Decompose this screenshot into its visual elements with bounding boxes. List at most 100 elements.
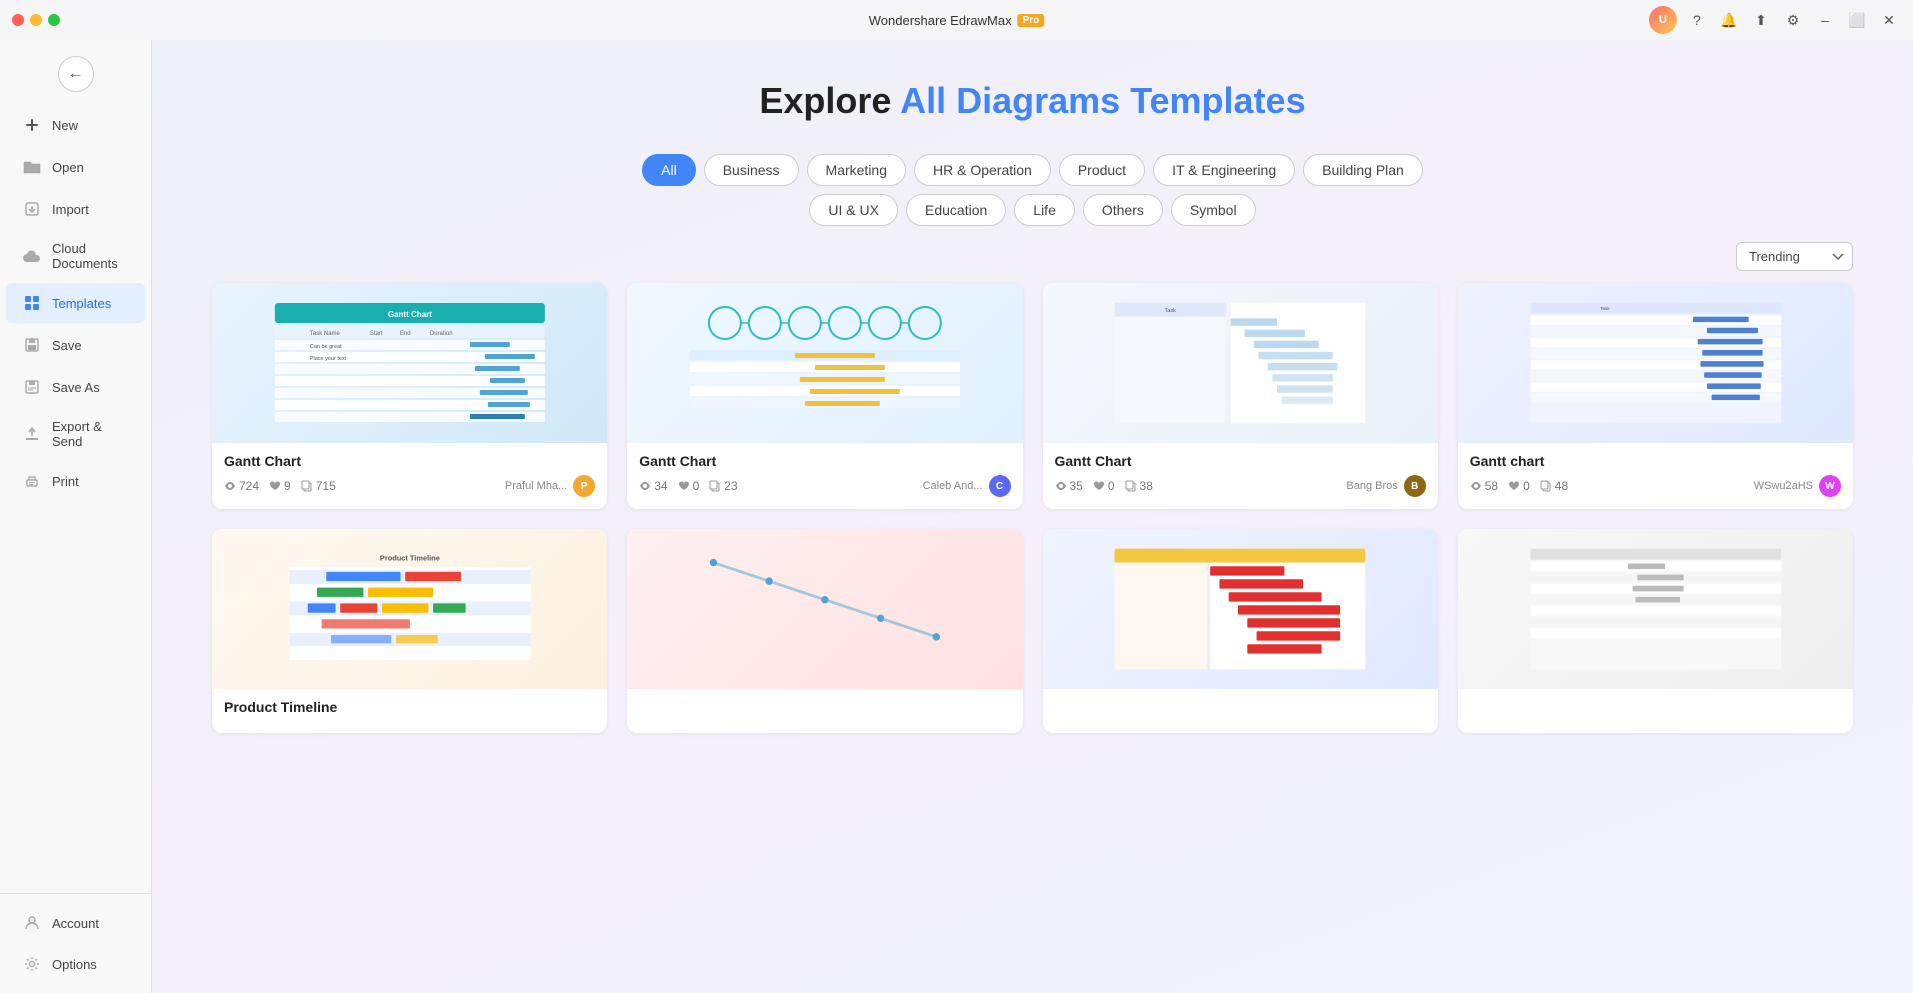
- template-card[interactable]: Task Gantt Chart: [1043, 283, 1438, 509]
- template-info: [627, 689, 1022, 717]
- views-count: 724: [239, 479, 259, 493]
- template-card[interactable]: Product Timeline: [212, 529, 607, 733]
- template-card[interactable]: [1458, 529, 1853, 733]
- app-title: Wondershare EdrawMax Pro: [869, 13, 1045, 28]
- sidebar-save-label: Save: [52, 338, 82, 353]
- sidebar-saveas-label: Save As: [52, 380, 100, 395]
- copies-count: 38: [1140, 479, 1153, 493]
- print-icon: [22, 471, 42, 491]
- template-name: Product Timeline: [224, 699, 595, 715]
- window-close-button[interactable]: [12, 14, 24, 26]
- saveas-icon: [22, 377, 42, 397]
- likes-count: 0: [693, 479, 700, 493]
- filter-row-1: All Business Marketing HR & Operation Pr…: [212, 154, 1853, 186]
- filter-building[interactable]: Building Plan: [1303, 154, 1423, 186]
- author-avatar: C: [989, 475, 1011, 497]
- title-highlight: All Diagrams Templates: [900, 80, 1305, 121]
- sidebar-account-label: Account: [52, 916, 99, 931]
- share-button[interactable]: ⬆: [1749, 8, 1773, 32]
- sidebar-bottom: Account Options: [0, 893, 151, 985]
- template-icon: [22, 293, 42, 313]
- sidebar-item-print[interactable]: Print: [6, 461, 145, 501]
- filter-uiux[interactable]: UI & UX: [809, 194, 898, 226]
- template-card[interactable]: Gantt Chart Task Name Start End Duration…: [212, 283, 607, 509]
- template-thumbnail: Task: [1458, 283, 1853, 443]
- copies-stat: 715: [301, 479, 336, 493]
- sidebar-item-cloud[interactable]: Cloud Documents: [6, 231, 145, 281]
- filter-life[interactable]: Life: [1014, 194, 1075, 226]
- filter-marketing[interactable]: Marketing: [807, 154, 906, 186]
- save-icon: [22, 335, 42, 355]
- views-stat: 58: [1470, 479, 1498, 493]
- sidebar-item-new[interactable]: New: [6, 105, 145, 145]
- svg-text:Product Timeline: Product Timeline: [380, 554, 440, 563]
- author-name: Caleb And...: [923, 480, 983, 492]
- likes-count: 0: [1523, 479, 1530, 493]
- sidebar-print-label: Print: [52, 474, 79, 489]
- user-avatar[interactable]: U: [1649, 6, 1677, 34]
- template-thumbnail: Product Timeline: [212, 529, 607, 689]
- minimize-button[interactable]: –: [1813, 8, 1837, 32]
- likes-count: 9: [284, 479, 291, 493]
- notification-button[interactable]: 🔔: [1717, 8, 1741, 32]
- main-layout: ← New Open Import Cloud Documents: [0, 40, 1913, 993]
- close-button[interactable]: ✕: [1877, 8, 1901, 32]
- filter-all[interactable]: All: [642, 154, 696, 186]
- sidebar-item-import[interactable]: Import: [6, 189, 145, 229]
- template-name: Gantt Chart: [639, 453, 1010, 469]
- template-thumbnail: [627, 529, 1022, 689]
- template-name: Gantt Chart: [224, 453, 595, 469]
- sort-select[interactable]: Trending Newest Most Viewed Most Copied: [1736, 242, 1853, 271]
- filter-it[interactable]: IT & Engineering: [1153, 154, 1295, 186]
- sidebar-item-account[interactable]: Account: [6, 903, 145, 943]
- filter-symbol[interactable]: Symbol: [1171, 194, 1256, 226]
- pro-badge: Pro: [1018, 14, 1045, 27]
- likes-stat: 9: [269, 479, 291, 493]
- likes-stat: 0: [678, 479, 700, 493]
- sidebar-item-templates[interactable]: Templates: [6, 283, 145, 323]
- views-count: 58: [1485, 479, 1498, 493]
- back-button[interactable]: ←: [58, 56, 94, 92]
- filter-others[interactable]: Others: [1083, 194, 1163, 226]
- sidebar: ← New Open Import Cloud Documents: [0, 40, 152, 993]
- window-minimize-button[interactable]: [30, 14, 42, 26]
- filter-product[interactable]: Product: [1059, 154, 1145, 186]
- sidebar-item-options[interactable]: Options: [6, 944, 145, 984]
- sidebar-templates-label: Templates: [52, 296, 111, 311]
- filter-business[interactable]: Business: [704, 154, 799, 186]
- template-meta: 35 0 38 Bang Bros B: [1055, 475, 1426, 497]
- help-button[interactable]: ?: [1685, 8, 1709, 32]
- views-count: 34: [654, 479, 667, 493]
- app-name: Wondershare EdrawMax: [869, 13, 1012, 28]
- author-name: WSwu2aHS: [1754, 480, 1813, 492]
- template-info: [1043, 689, 1438, 717]
- sidebar-item-export[interactable]: Export & Send: [6, 409, 145, 459]
- restore-button[interactable]: ⬜: [1845, 8, 1869, 32]
- filter-hr[interactable]: HR & Operation: [914, 154, 1051, 186]
- author-avatar: P: [573, 475, 595, 497]
- template-card[interactable]: [1043, 529, 1438, 733]
- sidebar-item-open[interactable]: Open: [6, 147, 145, 187]
- template-name: Gantt Chart: [1055, 453, 1426, 469]
- template-card[interactable]: Gantt Chart 34 0 23: [627, 283, 1022, 509]
- sort-row: Trending Newest Most Viewed Most Copied: [212, 242, 1853, 271]
- filter-education[interactable]: Education: [906, 194, 1006, 226]
- template-thumbnail: [1043, 529, 1438, 689]
- sidebar-item-save[interactable]: Save: [6, 325, 145, 365]
- template-author: WSwu2aHS W: [1754, 475, 1841, 497]
- author-name: Praful Mha...: [505, 480, 567, 492]
- sidebar-item-save-as[interactable]: Save As: [6, 367, 145, 407]
- template-card[interactable]: [627, 529, 1022, 733]
- titlebar: Wondershare EdrawMax Pro U ? 🔔 ⬆ ⚙ – ⬜ ✕: [0, 0, 1913, 40]
- likes-stat: 0: [1508, 479, 1530, 493]
- svg-text:Duration: Duration: [430, 331, 453, 337]
- sidebar-cloud-label: Cloud Documents: [52, 241, 129, 271]
- template-info: [1458, 689, 1853, 717]
- template-card[interactable]: Task: [1458, 283, 1853, 509]
- author-name: Bang Bros: [1346, 480, 1397, 492]
- settings-button[interactable]: ⚙: [1781, 8, 1805, 32]
- template-info: Gantt Chart 724 9 715: [212, 443, 607, 509]
- account-icon: [22, 913, 42, 933]
- window-maximize-button[interactable]: [48, 14, 60, 26]
- template-author: Bang Bros B: [1346, 475, 1425, 497]
